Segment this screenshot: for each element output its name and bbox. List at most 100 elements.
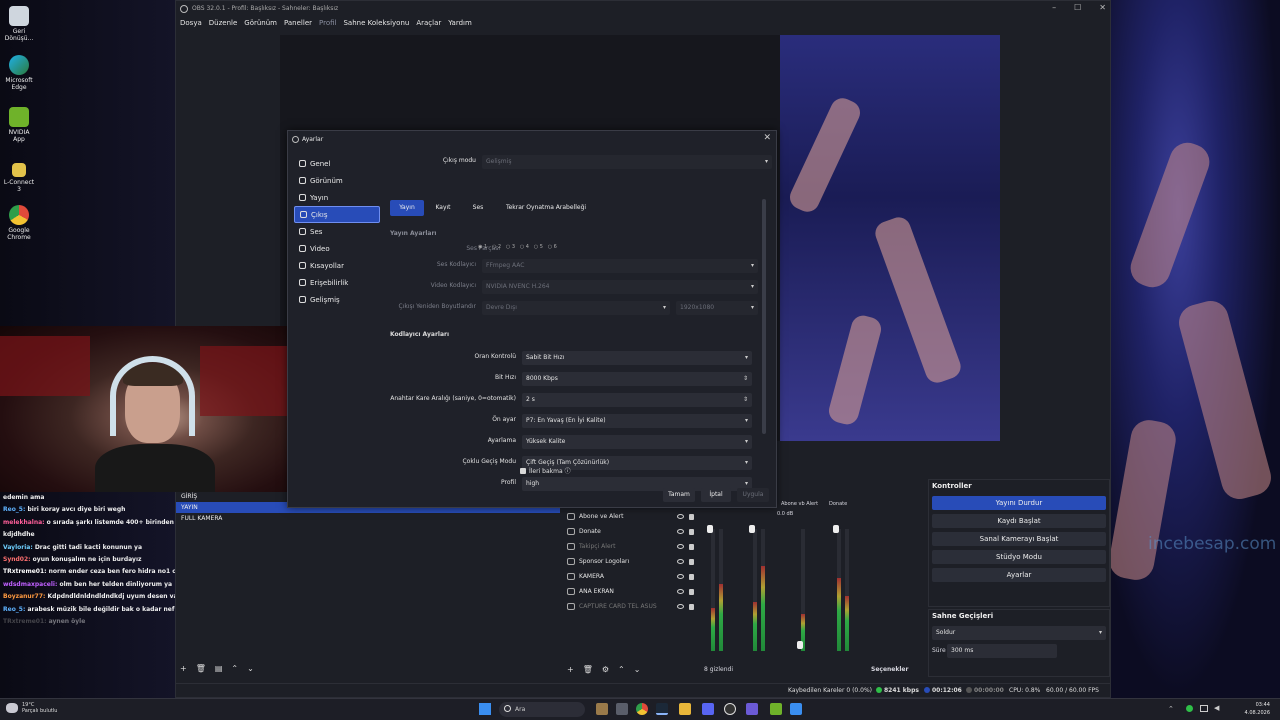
clock[interactable]: 03:44 4.08.2026 <box>1245 701 1270 717</box>
tray-chevron-icon[interactable]: ⌃ <box>1168 705 1174 713</box>
taskbar-app-icon[interactable] <box>616 703 628 715</box>
desktop-icon-edge[interactable]: Microsoft Edge <box>2 55 36 91</box>
lookahead-checkbox[interactable]: İleri bakma ⓘ <box>520 466 571 475</box>
steam-icon[interactable] <box>656 703 668 715</box>
tab-ses[interactable]: Ses <box>464 200 492 216</box>
eye-icon[interactable] <box>677 574 684 579</box>
lock-icon[interactable] <box>689 513 694 520</box>
audio-encoder-select[interactable]: FFmpeg AAC ▾ <box>482 259 758 273</box>
minimize-icon[interactable]: – <box>1052 3 1056 12</box>
settings-scrollbar[interactable] <box>762 199 766 434</box>
settings-nav-item[interactable]: Genel <box>294 155 380 172</box>
close-icon[interactable]: ✕ <box>1099 3 1106 12</box>
move-up-icon[interactable]: ⌃ <box>618 665 625 674</box>
desktop-icon-recycle-bin[interactable]: Geri Dönüşü... <box>2 6 36 42</box>
source-settings-icon[interactable]: ⚙ <box>602 665 609 674</box>
menu-yardim[interactable]: Yardım <box>448 19 472 27</box>
tuning-select[interactable]: Yüksek Kalite ▾ <box>522 435 752 449</box>
lock-icon[interactable] <box>689 558 694 565</box>
eye-icon[interactable] <box>677 589 684 594</box>
desktop-icon-nvidia-app[interactable]: NVIDIA App <box>2 107 36 143</box>
studio-mode-button[interactable]: Stüdyo Modu <box>932 550 1106 564</box>
settings-nav-item[interactable]: Kısayollar <box>294 257 380 274</box>
settings-button[interactable]: Ayarlar <box>932 568 1106 582</box>
windows-start-icon[interactable] <box>479 703 491 715</box>
tab-kayit[interactable]: Kayıt <box>428 200 458 216</box>
bitrate-input[interactable]: 8000 Kbps ⇕ <box>522 372 752 386</box>
menu-paneller[interactable]: Paneller <box>284 19 312 27</box>
eye-hidden-icon[interactable] <box>677 604 684 609</box>
lock-icon[interactable] <box>689 603 694 610</box>
source-item[interactable]: CAPTURE CARD TEL ASUS <box>564 599 698 614</box>
stop-stream-button[interactable]: Yayını Durdur <box>932 496 1106 510</box>
add-scene-icon[interactable]: + <box>180 664 187 673</box>
settings-nav-item[interactable]: Ses <box>294 223 380 240</box>
tab-yayin[interactable]: Yayın <box>390 200 424 216</box>
settings-nav-item[interactable]: Erişebilirlik <box>294 274 380 291</box>
duration-input[interactable]: 300 ms <box>947 644 1057 658</box>
add-source-icon[interactable]: + <box>567 665 574 674</box>
video-encoder-select[interactable]: NVIDIA NVENC H.264 ▾ <box>482 280 758 294</box>
volume-fader-handle[interactable] <box>707 525 713 533</box>
transition-select[interactable]: Soldur ▾ <box>932 626 1106 640</box>
lock-icon[interactable] <box>689 588 694 595</box>
spin-icon[interactable]: ⇕ <box>743 372 748 386</box>
move-down-icon[interactable]: ⌄ <box>247 664 254 673</box>
taskbar-app-icon[interactable] <box>790 703 802 715</box>
scene-filter-icon[interactable]: ▤ <box>215 664 223 673</box>
source-item[interactable]: ANA EKRAN <box>564 584 698 599</box>
settings-nav-item[interactable]: Görünüm <box>294 172 380 189</box>
keyframe-input[interactable]: 2 s ⇕ <box>522 393 752 407</box>
apply-button[interactable]: Uygula <box>737 488 769 502</box>
mixer-options-button[interactable]: Seçenekler <box>871 666 908 673</box>
output-mode-select[interactable]: Gelişmiş ▾ <box>482 155 772 169</box>
remove-source-icon[interactable]: 🗑 <box>583 665 593 674</box>
obs-taskbar-icon[interactable] <box>724 703 736 715</box>
source-item[interactable]: KAMERA <box>564 569 698 584</box>
lock-icon[interactable] <box>689 573 694 580</box>
volume-fader-handle[interactable] <box>833 525 839 533</box>
weather-widget[interactable]: 19°C Parçalı bulutlu <box>6 702 57 714</box>
source-item[interactable]: Sponsor Logoları <box>564 554 698 569</box>
maximize-icon[interactable]: ☐ <box>1074 3 1081 12</box>
menu-sahne-koleksiyonu[interactable]: Sahne Koleksiyonu <box>343 19 409 27</box>
desktop-icon-chrome[interactable]: Google Chrome <box>2 205 36 241</box>
lock-icon[interactable] <box>689 543 694 550</box>
settings-nav-item[interactable]: Gelişmiş <box>294 291 380 308</box>
eye-hidden-icon[interactable] <box>677 559 684 564</box>
settings-nav-item[interactable]: Yayın <box>294 189 380 206</box>
settings-nav-item[interactable]: Çıkış <box>294 206 380 223</box>
tray-app-icon[interactable] <box>1186 705 1193 712</box>
cancel-button[interactable]: İptal <box>701 488 731 502</box>
rescale-resolution-select[interactable]: 1920x1080 ▾ <box>676 301 758 315</box>
source-item[interactable]: Donate <box>564 524 698 539</box>
eye-icon[interactable] <box>677 529 684 534</box>
close-icon[interactable]: ✕ <box>763 133 771 143</box>
start-recording-button[interactable]: Kaydı Başlat <box>932 514 1106 528</box>
spin-icon[interactable]: ⇕ <box>743 393 748 407</box>
move-down-icon[interactable]: ⌄ <box>634 665 641 674</box>
source-item[interactable]: Abone ve Alert <box>564 509 698 524</box>
menu-duzenle[interactable]: Düzenle <box>209 19 238 27</box>
volume-icon[interactable]: ◀ <box>1214 704 1219 712</box>
menu-araclar[interactable]: Araçlar <box>416 19 441 27</box>
remove-scene-icon[interactable]: 🗑 <box>196 664 206 673</box>
audio-track-radios[interactable]: ◉ 1 ○ 2 ○ 3 ○ 4 ○ 5 ○ 6 <box>478 244 557 250</box>
menu-profil[interactable]: Profil <box>319 19 336 27</box>
menu-gorunum[interactable]: Görünüm <box>244 19 277 27</box>
preset-select[interactable]: P7: En Yavaş (En İyi Kalite) ▾ <box>522 414 752 428</box>
taskbar-app-icon[interactable] <box>596 703 608 715</box>
rescale-select[interactable]: Devre Dışı ▾ <box>482 301 670 315</box>
volume-fader-handle[interactable] <box>797 641 803 649</box>
discord-icon[interactable] <box>702 703 714 715</box>
folder-icon[interactable] <box>679 703 691 715</box>
network-icon[interactable] <box>1200 705 1208 712</box>
eye-icon[interactable] <box>677 514 684 519</box>
eye-hidden-icon[interactable] <box>677 544 684 549</box>
scene-item-full-kamera[interactable]: FULL KAMERA <box>176 513 560 524</box>
tab-tekrar-oynatma[interactable]: Tekrar Oynatma Arabelleği <box>498 200 594 216</box>
lock-icon[interactable] <box>689 528 694 535</box>
move-up-icon[interactable]: ⌃ <box>231 664 238 673</box>
rate-control-select[interactable]: Sabit Bit Hızı ▾ <box>522 351 752 365</box>
desktop-icon-l-connect[interactable]: L-Connect 3 <box>2 163 36 193</box>
